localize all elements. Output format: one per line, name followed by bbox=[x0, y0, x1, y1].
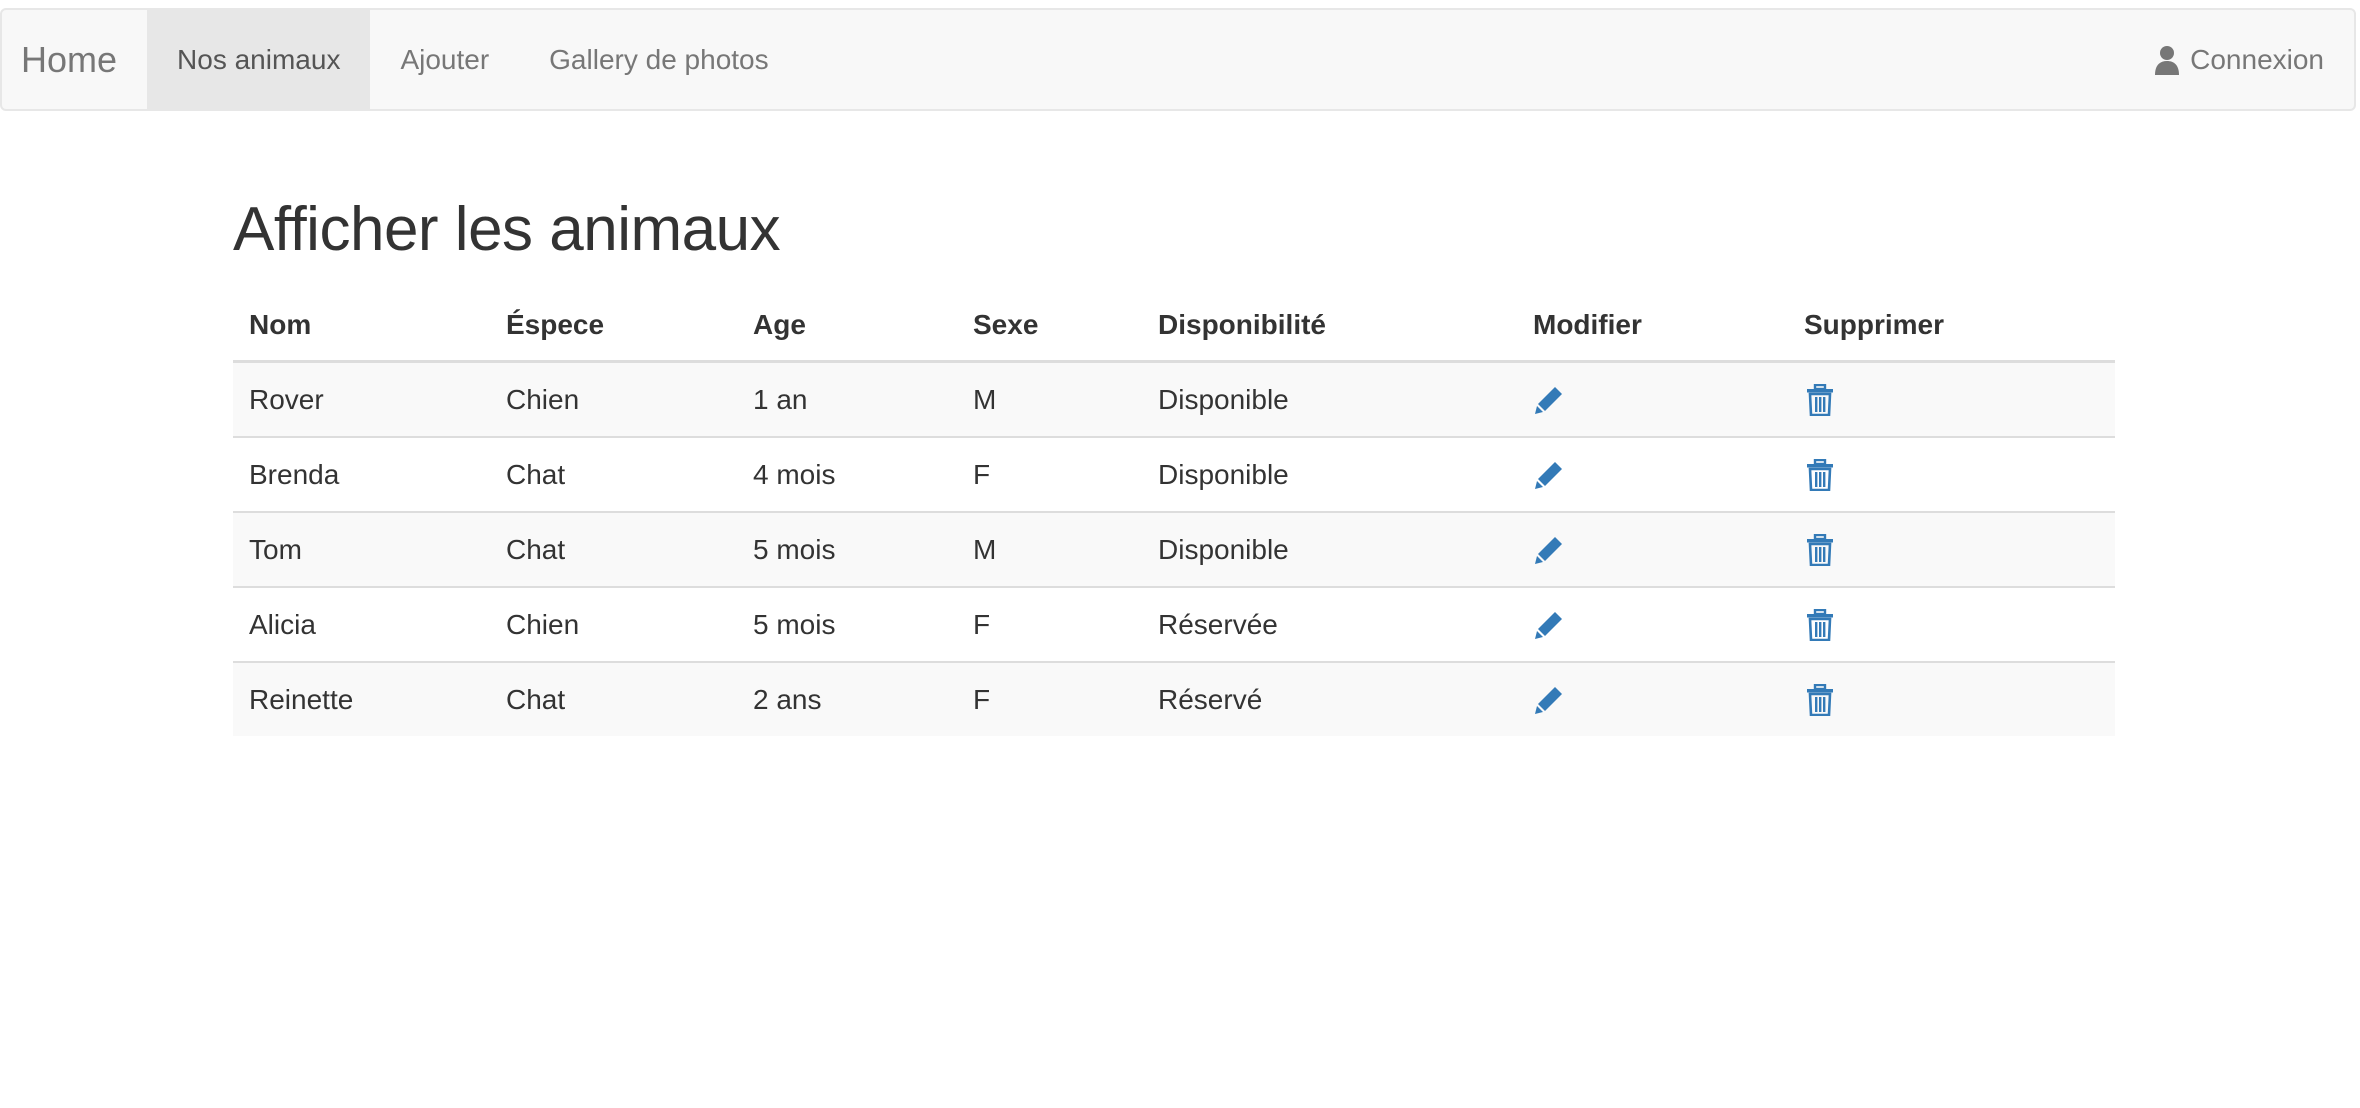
pencil-icon[interactable] bbox=[1533, 609, 1565, 641]
cell-sexe: F bbox=[957, 586, 1142, 662]
cell-age: 5 mois bbox=[737, 511, 957, 587]
header-sexe: Sexe bbox=[957, 289, 1142, 363]
table-row: Brenda Chat 4 mois F Disponible bbox=[233, 436, 2115, 512]
pencil-icon[interactable] bbox=[1533, 684, 1565, 716]
cell-disponibilite: Disponible bbox=[1142, 361, 1517, 437]
cell-espece: Chat bbox=[490, 661, 737, 736]
cell-espece: Chat bbox=[490, 511, 737, 587]
header-espece: Éspece bbox=[490, 289, 737, 363]
cell-disponibilite: Réservé bbox=[1142, 661, 1517, 736]
cell-age: 4 mois bbox=[737, 436, 957, 512]
cell-sexe: F bbox=[957, 436, 1142, 512]
trash-icon[interactable] bbox=[1804, 459, 1836, 492]
table-header-row: Nom Éspece Age Sexe Disponibilité Modifi… bbox=[233, 289, 2115, 363]
navbar: Home Nos animaux Ajouter Gallery de phot… bbox=[0, 8, 2356, 111]
cell-sexe: F bbox=[957, 661, 1142, 736]
cell-nom: Reinette bbox=[233, 661, 490, 736]
login-link[interactable]: Connexion bbox=[2154, 10, 2354, 109]
cell-espece: Chien bbox=[490, 361, 737, 437]
cell-disponibilite: Disponible bbox=[1142, 436, 1517, 512]
trash-icon[interactable] bbox=[1804, 684, 1836, 717]
nav-item-ajouter[interactable]: Ajouter bbox=[370, 10, 519, 109]
brand-home-link[interactable]: Home bbox=[2, 10, 147, 109]
table-row: Alicia Chien 5 mois F Réservée bbox=[233, 586, 2115, 662]
nav-item-nos-animaux[interactable]: Nos animaux bbox=[147, 10, 371, 109]
trash-icon[interactable] bbox=[1804, 609, 1836, 642]
pencil-icon[interactable] bbox=[1533, 384, 1565, 416]
cell-sexe: M bbox=[957, 361, 1142, 437]
cell-nom: Tom bbox=[233, 511, 490, 587]
cell-age: 2 ans bbox=[737, 661, 957, 736]
table-row: Reinette Chat 2 ans F Réservé bbox=[233, 661, 2115, 736]
nav-items: Nos animaux Ajouter Gallery de photos bbox=[147, 10, 799, 109]
cell-disponibilite: Disponible bbox=[1142, 511, 1517, 587]
pencil-icon[interactable] bbox=[1533, 459, 1565, 491]
cell-supprimer bbox=[1788, 361, 2115, 437]
cell-supprimer bbox=[1788, 511, 2115, 587]
cell-supprimer bbox=[1788, 586, 2115, 662]
nav-item-gallery[interactable]: Gallery de photos bbox=[519, 10, 798, 109]
cell-sexe: M bbox=[957, 511, 1142, 587]
cell-age: 1 an bbox=[737, 361, 957, 437]
trash-icon[interactable] bbox=[1804, 534, 1836, 567]
user-icon bbox=[2154, 45, 2180, 75]
main-content: Afficher les animaux Nom Éspece Age Sexe… bbox=[233, 190, 2115, 736]
cell-modifier bbox=[1517, 661, 1788, 736]
cell-modifier bbox=[1517, 511, 1788, 587]
table-row: Rover Chien 1 an M Disponible bbox=[233, 361, 2115, 437]
header-supprimer: Supprimer bbox=[1788, 289, 2115, 363]
cell-supprimer bbox=[1788, 661, 2115, 736]
login-label: Connexion bbox=[2190, 43, 2324, 75]
cell-espece: Chien bbox=[490, 586, 737, 662]
cell-age: 5 mois bbox=[737, 586, 957, 662]
cell-modifier bbox=[1517, 361, 1788, 437]
cell-nom: Alicia bbox=[233, 586, 490, 662]
cell-modifier bbox=[1517, 586, 1788, 662]
header-age: Age bbox=[737, 289, 957, 363]
cell-espece: Chat bbox=[490, 436, 737, 512]
header-modifier: Modifier bbox=[1517, 289, 1788, 363]
trash-icon[interactable] bbox=[1804, 384, 1836, 417]
page: Home Nos animaux Ajouter Gallery de phot… bbox=[0, 0, 2360, 1108]
cell-nom: Brenda bbox=[233, 436, 490, 512]
header-nom: Nom bbox=[233, 289, 490, 363]
page-title: Afficher les animaux bbox=[233, 195, 781, 264]
cell-modifier bbox=[1517, 436, 1788, 512]
cell-supprimer bbox=[1788, 436, 2115, 512]
animals-table: Nom Éspece Age Sexe Disponibilité Modifi… bbox=[233, 289, 2115, 736]
pencil-icon[interactable] bbox=[1533, 534, 1565, 566]
table-row: Tom Chat 5 mois M Disponible bbox=[233, 511, 2115, 587]
header-disponibilite: Disponibilité bbox=[1142, 289, 1517, 363]
cell-disponibilite: Réservée bbox=[1142, 586, 1517, 662]
cell-nom: Rover bbox=[233, 361, 490, 437]
